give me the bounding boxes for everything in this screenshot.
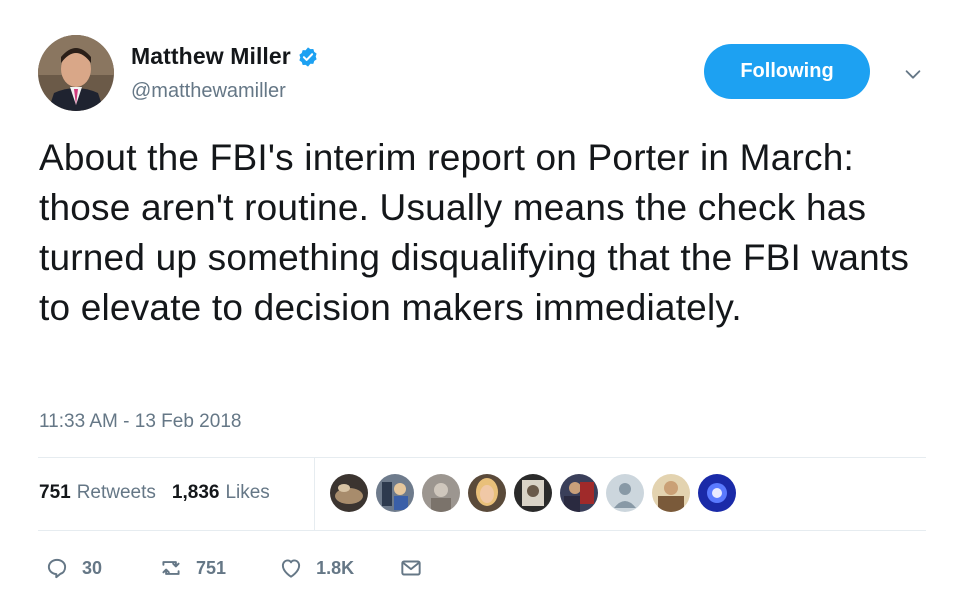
author-avatar[interactable]: [38, 35, 114, 111]
default-avatar[interactable]: [606, 474, 644, 512]
liker-avatar[interactable]: [330, 474, 368, 512]
liker-avatar[interactable]: [376, 474, 414, 512]
reply-button[interactable]: 30: [44, 555, 102, 581]
retweet-count: 751: [196, 557, 227, 578]
likes-stat[interactable]: 1,836 Likes: [172, 482, 270, 504]
retweet-button[interactable]: 751: [158, 555, 226, 581]
liker-avatars: [330, 474, 744, 512]
like-button[interactable]: 1.8K: [278, 555, 354, 581]
likes-label: Likes: [225, 482, 270, 503]
reply-count: 30: [82, 557, 103, 578]
author-handle[interactable]: @matthewamiller: [131, 80, 286, 103]
liker-avatar[interactable]: [422, 474, 460, 512]
liker-avatar[interactable]: [514, 474, 552, 512]
liker-avatar[interactable]: [698, 474, 736, 512]
stats-top-divider: [38, 457, 926, 458]
likes-count: 1,836: [171, 482, 220, 503]
action-bar: 30 751 1.8K: [44, 555, 424, 581]
liker-avatar[interactable]: [560, 474, 598, 512]
stats-bottom-divider: [38, 530, 926, 531]
liker-avatar[interactable]: [468, 474, 506, 512]
following-button[interactable]: Following: [704, 44, 870, 99]
tweet-timestamp[interactable]: 11:33 AM - 13 Feb 2018: [39, 411, 241, 433]
verified-badge-icon: [299, 46, 317, 67]
tweet-stats: 751 Retweets 1,836 Likes: [39, 482, 270, 504]
retweets-stat[interactable]: 751 Retweets: [39, 482, 156, 504]
author-name[interactable]: Matthew Miller: [131, 43, 291, 70]
chevron-down-icon[interactable]: [902, 63, 924, 85]
retweet-icon: [162, 561, 180, 575]
direct-message-button[interactable]: [398, 555, 424, 581]
retweets-label: Retweets: [76, 482, 156, 503]
tweet-text: About the FBI's interim report on Porter…: [39, 137, 910, 328]
heart-icon: [281, 559, 301, 578]
envelope-icon: [401, 560, 421, 576]
like-count: 1.8K: [316, 557, 355, 578]
liker-avatar[interactable]: [652, 474, 690, 512]
stats-vertical-divider: [314, 458, 315, 530]
author-name-row: Matthew Miller: [131, 43, 319, 70]
reply-icon: [47, 558, 67, 579]
retweets-count: 751: [39, 482, 71, 503]
